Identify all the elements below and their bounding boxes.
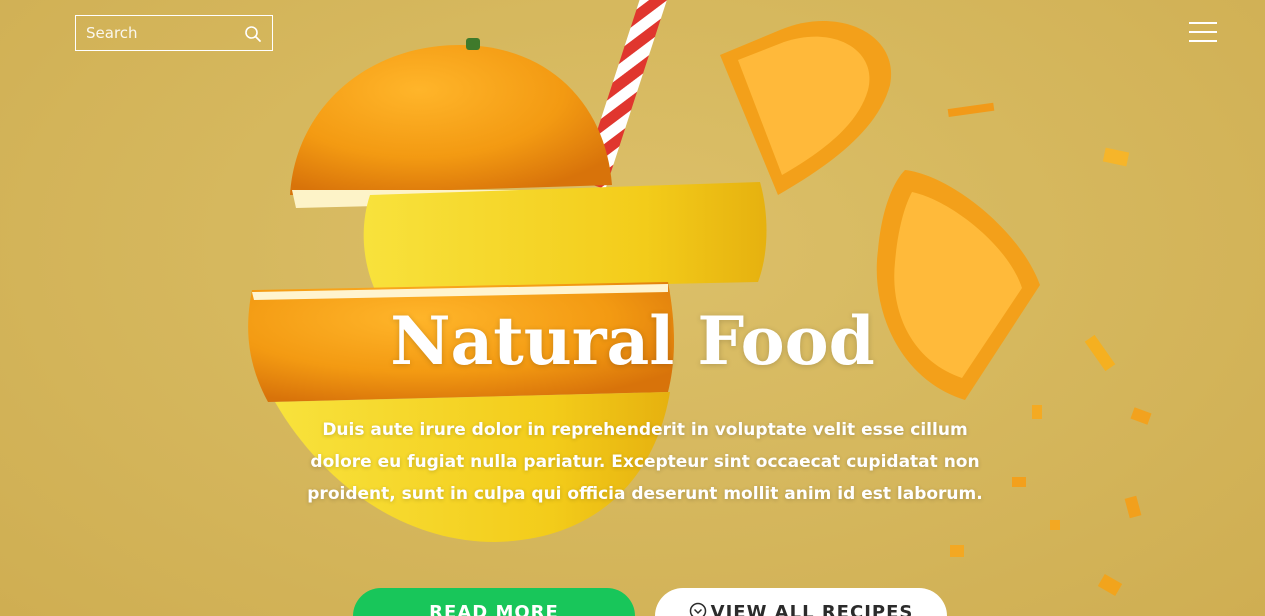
view-all-recipes-button[interactable]: VIEW ALL RECIPES [655,588,947,616]
hero-section: Natural Food Duis aute irure dolor in re… [0,0,1265,616]
hero-description: Duis aute irure dolor in reprehenderit i… [307,420,983,504]
read-more-label: READ MORE [429,602,559,616]
view-all-recipes-label: VIEW ALL RECIPES [710,602,914,616]
hamburger-menu-icon[interactable] [1189,22,1217,46]
read-more-button[interactable]: READ MORE [353,588,635,616]
menu-bar [1189,31,1217,33]
search-box [75,15,273,51]
search-input[interactable] [76,16,246,50]
chevron-circle-icon [689,602,706,616]
search-icon[interactable] [244,25,262,43]
menu-bar [1189,40,1217,42]
hero-title: Natural Food [390,302,875,380]
menu-bar [1189,22,1217,24]
